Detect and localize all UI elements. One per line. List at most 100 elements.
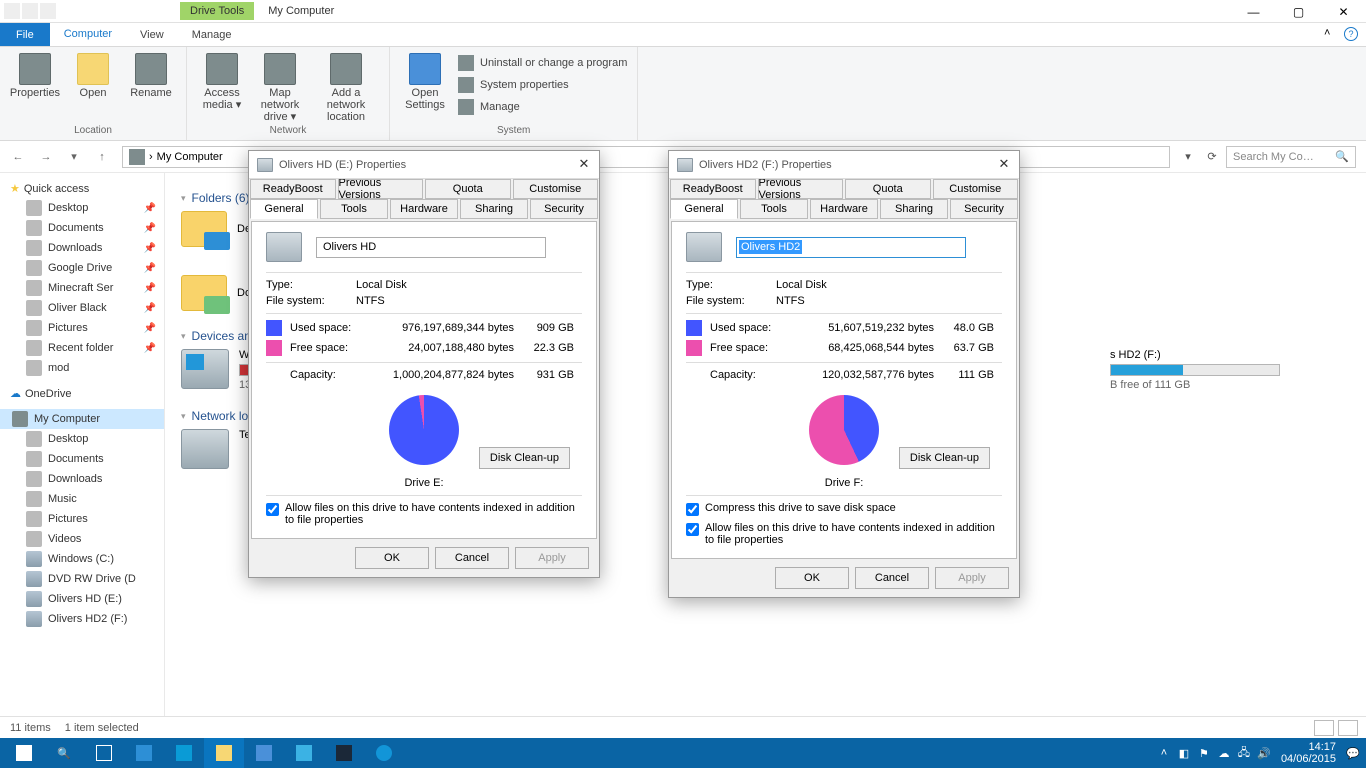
refresh-button[interactable]: ⟳ — [1202, 147, 1222, 167]
nav-item[interactable]: Olivers HD2 (F:) — [0, 609, 164, 629]
nav-item[interactable]: Google Drive📌 — [0, 258, 164, 278]
open-settings-button[interactable]: Open Settings — [398, 51, 452, 123]
close-icon[interactable]: ✕ — [575, 156, 593, 174]
tab-hardware[interactable]: Hardware — [810, 199, 878, 219]
nav-item[interactable]: Desktop — [0, 429, 164, 449]
disk-cleanup-button[interactable]: Disk Clean-up — [899, 447, 990, 469]
taskbar-app[interactable] — [164, 738, 204, 768]
index-checkbox[interactable] — [266, 503, 279, 516]
tab-quota[interactable]: Quota — [845, 179, 931, 199]
tab-tools[interactable]: Tools — [740, 199, 808, 219]
access-media-button[interactable]: Access media ▾ — [195, 51, 249, 123]
tab-computer[interactable]: Computer — [50, 23, 126, 46]
tab-quota[interactable]: Quota — [425, 179, 511, 199]
nav-item[interactable]: Recent folder📌 — [0, 338, 164, 358]
nav-item[interactable]: Documents — [0, 449, 164, 469]
file-tab[interactable]: File — [0, 23, 50, 46]
close-icon[interactable]: ✕ — [995, 156, 1013, 174]
nav-item[interactable]: Desktop📌 — [0, 198, 164, 218]
drive-name-input[interactable] — [316, 237, 546, 258]
up-button[interactable]: ↑ — [90, 145, 114, 169]
tab-hardware[interactable]: Hardware — [390, 199, 458, 219]
back-button[interactable]: ← — [6, 145, 30, 169]
tray-icon[interactable]: ☁ — [1215, 744, 1233, 762]
taskbar-app[interactable] — [284, 738, 324, 768]
nav-item[interactable]: Videos — [0, 529, 164, 549]
tab-general[interactable]: General — [250, 199, 318, 219]
tray-up-icon[interactable]: ˄ — [1155, 744, 1173, 762]
properties-button[interactable]: Properties — [8, 51, 62, 123]
add-network-button[interactable]: Add a network location — [311, 51, 381, 123]
qat-icon[interactable] — [40, 3, 56, 19]
notifications-icon[interactable]: 💬 — [1344, 744, 1362, 762]
rename-button[interactable]: Rename — [124, 51, 178, 123]
nav-item[interactable]: Minecraft Ser📌 — [0, 278, 164, 298]
tab-sharing[interactable]: Sharing — [460, 199, 528, 219]
view-tiles-icon[interactable] — [1338, 720, 1358, 736]
dialog-titlebar[interactable]: Olivers HD (E:) Properties ✕ — [249, 151, 599, 179]
tab-tools[interactable]: Tools — [320, 199, 388, 219]
onedrive-header[interactable]: ☁OneDrive — [0, 384, 164, 403]
nav-item[interactable]: Downloads📌 — [0, 238, 164, 258]
tab-customise[interactable]: Customise — [513, 179, 599, 199]
volume-icon[interactable]: 🔊 — [1255, 744, 1273, 762]
nav-item[interactable]: Documents📌 — [0, 218, 164, 238]
navigation-pane[interactable]: ★Quick access Desktop📌 Documents📌 Downlo… — [0, 173, 165, 716]
nav-item-my-computer[interactable]: My Computer — [0, 409, 164, 429]
apply-button[interactable]: Apply — [935, 567, 1009, 589]
context-tab-drive-tools[interactable]: Drive Tools — [180, 2, 254, 20]
address-dropdown[interactable]: ▾ — [1178, 147, 1198, 167]
task-view-button[interactable] — [84, 738, 124, 768]
quick-access-header[interactable]: ★Quick access — [0, 179, 164, 198]
qat-icon[interactable] — [4, 3, 20, 19]
index-checkbox[interactable] — [686, 523, 699, 536]
clock[interactable]: 14:1704/06/2015 — [1275, 741, 1342, 765]
tab-view[interactable]: View — [126, 23, 178, 46]
drive-tile[interactable]: s HD2 (F:)B free of 111 GB — [1110, 349, 1350, 391]
map-drive-button[interactable]: Map network drive ▾ — [253, 51, 307, 123]
tab-security[interactable]: Security — [950, 199, 1018, 219]
nav-item[interactable]: mod — [0, 358, 164, 378]
maximize-button[interactable]: ▢ — [1276, 0, 1321, 23]
tab-security[interactable]: Security — [530, 199, 598, 219]
uninstall-button[interactable]: Uninstall or change a program — [458, 55, 627, 71]
tab-sharing[interactable]: Sharing — [880, 199, 948, 219]
compress-checkbox[interactable] — [686, 503, 699, 516]
cancel-button[interactable]: Cancel — [435, 547, 509, 569]
system-properties-button[interactable]: System properties — [458, 77, 627, 93]
nav-item[interactable]: Downloads — [0, 469, 164, 489]
apply-button[interactable]: Apply — [515, 547, 589, 569]
nav-item[interactable]: DVD RW Drive (D — [0, 569, 164, 589]
search-input[interactable]: Search My Co… 🔍 — [1226, 146, 1356, 168]
taskbar-app[interactable] — [124, 738, 164, 768]
nav-item[interactable]: Oliver Black📌 — [0, 298, 164, 318]
tab-readyboost[interactable]: ReadyBoost — [250, 179, 336, 199]
recent-dropdown[interactable]: ▾ — [62, 145, 86, 169]
nav-item[interactable]: Music — [0, 489, 164, 509]
cancel-button[interactable]: Cancel — [855, 567, 929, 589]
ok-button[interactable]: OK — [775, 567, 849, 589]
taskbar-app-steam[interactable] — [324, 738, 364, 768]
tab-previous-versions[interactable]: Previous Versions — [338, 179, 424, 199]
tray-icon[interactable]: ⚑ — [1195, 744, 1213, 762]
ok-button[interactable]: OK — [355, 547, 429, 569]
drive-name-input[interactable]: Olivers HD2 — [736, 237, 966, 258]
breadcrumb[interactable]: My Computer — [157, 151, 223, 163]
tab-previous-versions[interactable]: Previous Versions — [758, 179, 844, 199]
tab-readyboost[interactable]: ReadyBoost — [670, 179, 756, 199]
start-button[interactable] — [4, 738, 44, 768]
close-button[interactable]: ✕ — [1321, 0, 1366, 23]
manage-button[interactable]: Manage — [458, 99, 627, 115]
tab-manage[interactable]: Manage — [178, 23, 246, 46]
taskbar-app[interactable] — [244, 738, 284, 768]
help-icon[interactable]: ? — [1344, 27, 1358, 41]
qat-icon[interactable] — [22, 3, 38, 19]
tray-icon[interactable]: ◧ — [1175, 744, 1193, 762]
view-details-icon[interactable] — [1314, 720, 1334, 736]
open-button[interactable]: Open — [66, 51, 120, 123]
forward-button[interactable]: → — [34, 145, 58, 169]
nav-item[interactable]: Pictures — [0, 509, 164, 529]
nav-item[interactable]: Olivers HD (E:) — [0, 589, 164, 609]
taskbar-app[interactable] — [364, 738, 404, 768]
tab-general[interactable]: General — [670, 199, 738, 219]
